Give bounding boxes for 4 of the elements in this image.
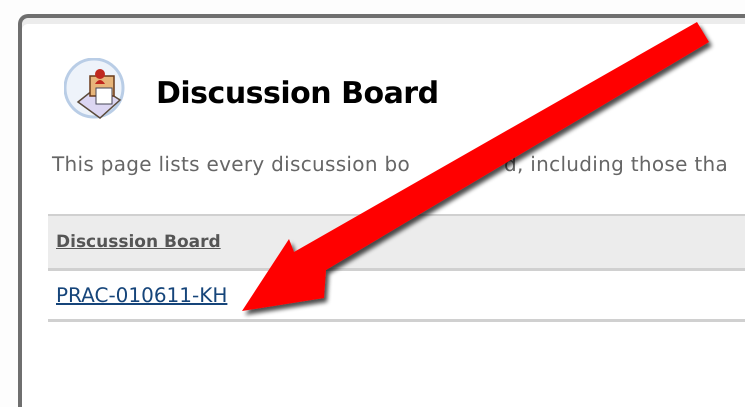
page-title: Discussion Board	[156, 76, 439, 110]
board-entry-link[interactable]: PRAC-010611-KH	[56, 283, 228, 307]
page-description: This page lists every discussion bo	[52, 152, 410, 176]
column-header-link[interactable]: Discussion Board	[56, 232, 221, 252]
